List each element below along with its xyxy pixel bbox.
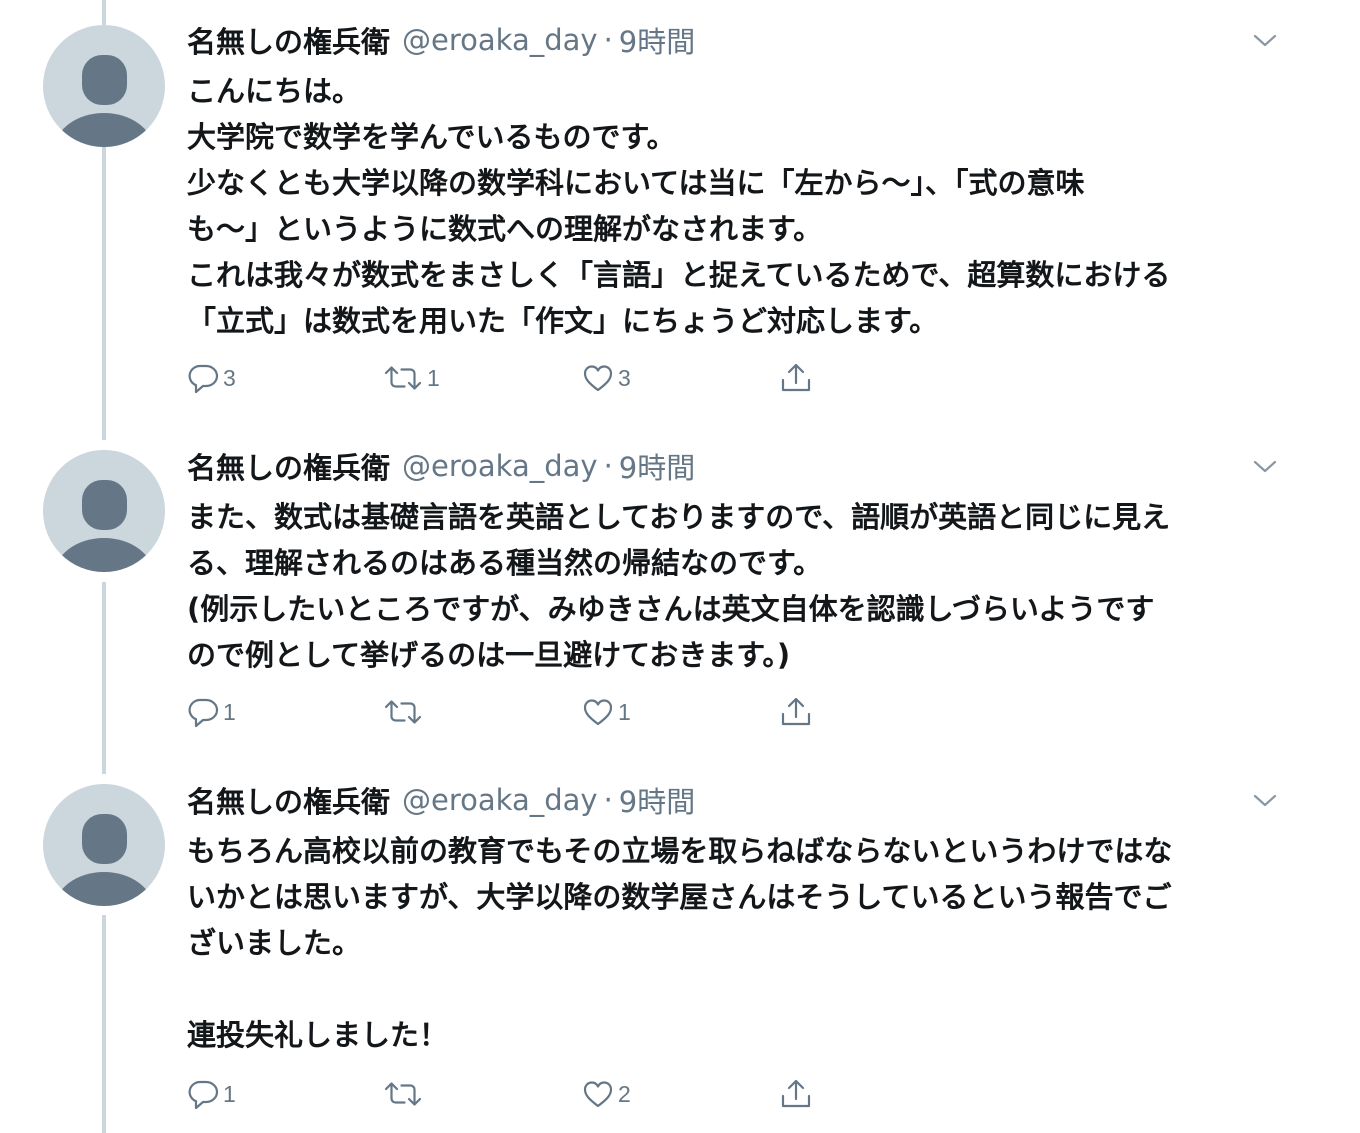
reply-count: 3	[223, 364, 236, 391]
retweet-icon	[384, 700, 422, 724]
tweet-text-line: これは我々が数式をまさしく「言語」と捉えているためで、超算数における	[187, 258, 1171, 292]
share-button[interactable]	[779, 694, 813, 730]
thread-connector-line	[102, 915, 106, 1133]
like-count: 3	[618, 364, 631, 391]
tweet-text-line: もちろん高校以前の教育でもその立場を取らねばならないというわけではな	[187, 834, 1173, 868]
heart-icon	[583, 365, 613, 392]
chevron-down-icon	[1253, 460, 1277, 473]
retweet-button[interactable]	[383, 694, 427, 730]
reply-button[interactable]: 3	[187, 360, 236, 396]
author-handle[interactable]: @eroaka_day	[402, 23, 598, 57]
timestamp[interactable]: 9時間	[619, 779, 695, 821]
avatar[interactable]	[43, 25, 165, 147]
share-icon	[781, 1079, 811, 1108]
reply-button[interactable]: 1	[187, 694, 236, 730]
tweet-text: また、数式は基礎言語を英語としておりますので、語順が英語と同じに見え る、理解さ…	[187, 494, 1277, 678]
tweet-text-line: 少なくとも大学以降の数学科においては当に「左から〜」、「式の意味	[187, 166, 1085, 200]
like-count: 1	[618, 698, 631, 725]
avatar[interactable]	[43, 784, 165, 906]
reply-button[interactable]: 1	[187, 1076, 236, 1112]
share-icon	[781, 697, 811, 726]
retweet-count: 1	[427, 364, 440, 391]
tweet-header: 名無しの権兵衛 @eroaka_day · 9時間	[187, 780, 695, 820]
chevron-down-icon	[1253, 34, 1277, 47]
retweet-button[interactable]: 1	[383, 360, 440, 396]
tweet-text-line: また、数式は基礎言語を英語としておりますので、語順が英語と同じに見え	[187, 500, 1171, 534]
reply-count: 1	[223, 1080, 236, 1107]
separator-dot: ·	[603, 783, 613, 817]
share-button[interactable]	[779, 1076, 813, 1112]
tweet-menu-button[interactable]	[1251, 456, 1279, 476]
conversation-thread: 名無しの権兵衛 @eroaka_day · 9時間 こんにちは。 大学院で数学を…	[0, 0, 1360, 1133]
tweet-text-line: (例示したいところですが、みゆきさんは英文自体を認識しづらいようです	[187, 592, 1155, 626]
reply-bubble-icon	[188, 698, 219, 728]
reply-count: 1	[223, 698, 236, 725]
like-button[interactable]: 1	[582, 694, 631, 730]
tweet-text-line: ので例として挙げるのは一旦避けておきます。)	[187, 638, 791, 672]
like-button[interactable]: 2	[582, 1076, 631, 1112]
share-button[interactable]	[779, 360, 813, 396]
tweet-text-line: ざいました。	[187, 926, 362, 960]
author-name[interactable]: 名無しの権兵衛	[187, 19, 390, 61]
tweet-text: もちろん高校以前の教育でもその立場を取らねばならないというわけではな いかとは思…	[187, 828, 1277, 1058]
tweet-text-line: こんにちは。	[187, 74, 362, 108]
like-count: 2	[618, 1080, 631, 1107]
avatar[interactable]	[43, 450, 165, 572]
retweet-icon	[384, 1082, 422, 1106]
thread-connector-line	[102, 582, 106, 774]
chevron-down-icon	[1253, 794, 1277, 807]
default-profile-icon	[54, 814, 154, 906]
tweet-text-line: も〜」というように数式への理解がなされます。	[187, 212, 823, 246]
retweet-icon	[384, 366, 422, 390]
timestamp[interactable]: 9時間	[619, 445, 695, 487]
heart-icon	[583, 1081, 613, 1108]
tweet-header: 名無しの権兵衛 @eroaka_day · 9時間	[187, 446, 695, 486]
separator-dot: ·	[603, 23, 613, 57]
tweet-text-line: 「立式」は数式を用いた「作文」にちょうど対応します。	[187, 304, 939, 338]
timestamp[interactable]: 9時間	[619, 19, 695, 61]
tweet-text-line: 大学院で数学を学んでいるものです。	[187, 120, 676, 154]
default-profile-icon	[54, 480, 154, 572]
heart-icon	[583, 699, 613, 726]
tweet-menu-button[interactable]	[1251, 30, 1279, 50]
author-name[interactable]: 名無しの権兵衛	[187, 779, 390, 821]
tweet-text-line: 連投失礼しました！	[187, 1018, 449, 1052]
default-profile-icon	[54, 55, 154, 147]
tweet-header: 名無しの権兵衛 @eroaka_day · 9時間	[187, 20, 695, 60]
tweet-menu-button[interactable]	[1251, 790, 1279, 810]
tweet-text: こんにちは。 大学院で数学を学んでいるものです。 少なくとも大学以降の数学科にお…	[187, 68, 1277, 344]
tweet-text-line: いかとは思いますが、大学以降の数学屋さんはそうしているという報告でご	[187, 880, 1172, 914]
reply-bubble-icon	[188, 1080, 219, 1110]
author-handle[interactable]: @eroaka_day	[402, 449, 598, 483]
retweet-button[interactable]	[383, 1076, 427, 1112]
author-handle[interactable]: @eroaka_day	[402, 783, 598, 817]
author-name[interactable]: 名無しの権兵衛	[187, 445, 390, 487]
share-icon	[781, 363, 811, 392]
tweet-text-line: る、理解されるのはある種当然の帰結なのです。	[187, 546, 823, 580]
reply-bubble-icon	[188, 364, 219, 394]
like-button[interactable]: 3	[582, 360, 631, 396]
separator-dot: ·	[603, 449, 613, 483]
